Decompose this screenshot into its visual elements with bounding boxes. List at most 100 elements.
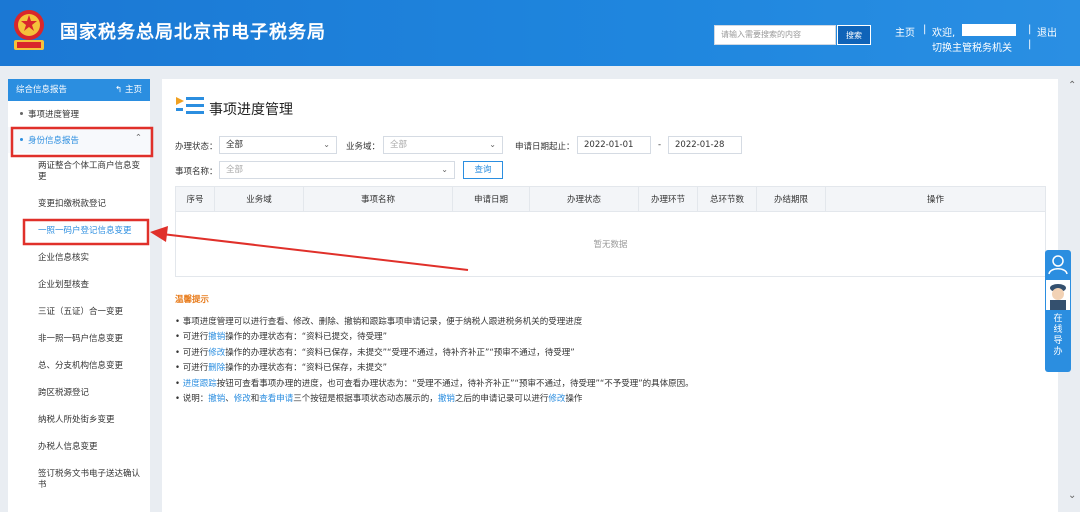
separator: | — [1028, 39, 1032, 50]
domain-select[interactable]: 全部 ⌄ — [383, 136, 503, 154]
user-icon — [1048, 255, 1068, 275]
sidebar-sub-item[interactable]: 签订税务文书电子送达确认书 — [8, 461, 150, 499]
status-label: 办理状态： — [175, 142, 218, 152]
sidebar-sub-item[interactable]: 变更扣缴税款登记 — [8, 191, 150, 218]
column-header: 办理状态 — [529, 186, 639, 212]
tip-text: • — [175, 378, 183, 389]
sidebar-header: 综合信息报告 ↰ 主页 — [8, 79, 150, 101]
separator: | — [1028, 24, 1032, 35]
sidebar-sub-label: 企业信息核实 — [38, 253, 90, 263]
tip-text: 按钮可查看事项办理的进度，也可查看办理状态为：“受理不通过，待补齐补正”“预审不… — [216, 378, 694, 389]
sidebar-sub-label: 三证（五证）合一变更 — [38, 307, 124, 317]
date-separator: - — [658, 140, 662, 150]
column-header: 申请日期 — [452, 186, 530, 212]
list-icon — [176, 97, 204, 114]
sidebar-sub-label: 纳税人所处街乡变更 — [38, 415, 115, 425]
item-name-label: 事项名称： — [175, 167, 218, 177]
column-header: 办理环节 — [638, 186, 698, 212]
tip-keyword: 查看申请 — [259, 394, 294, 405]
search-button[interactable]: 搜索 — [837, 25, 871, 45]
sidebar: 综合信息报告 ↰ 主页 事项进度管理 身份信息报告 ⌃ 两证整合个体工商户信息变… — [8, 79, 150, 512]
scroll-down-arrow-icon[interactable]: ⌄ — [1068, 490, 1076, 501]
sidebar-sub-label: 跨区税源登记 — [38, 388, 90, 398]
switch-office-link[interactable]: 切换主管税务机关 — [932, 39, 1012, 54]
redacted-username — [962, 24, 1016, 36]
sidebar-item-progress[interactable]: 事项进度管理 — [8, 101, 150, 127]
column-header: 业务域 — [214, 186, 304, 212]
column-header: 事项名称 — [303, 186, 453, 212]
online-guide-label: 在线导办 — [1053, 314, 1063, 357]
sidebar-sub-label: 总、分支机构信息变更 — [38, 361, 124, 371]
tax-emblem-icon — [14, 10, 44, 50]
results-table: 序号 业务域 事项名称 申请日期 办理状态 办理环节 总环节数 办结期限 操作 … — [175, 186, 1046, 277]
tip-text: • 说明： — [175, 394, 209, 405]
separator: | — [923, 24, 927, 35]
item-name-placeholder: 全部 — [226, 165, 244, 175]
tip-keyword: 修改 — [233, 394, 251, 405]
sidebar-item-label: 事项进度管理 — [28, 110, 80, 120]
sidebar-sub-item[interactable]: 总、分支机构信息变更 — [8, 353, 150, 380]
tax-officer-avatar-icon — [1046, 280, 1070, 310]
search-input[interactable]: 请输入需要搜索的内容 — [714, 25, 836, 45]
sidebar-sub-item[interactable]: 两证整合个体工商户信息变更 — [8, 153, 150, 191]
sidebar-sub-item[interactable]: 非一照一码户信息变更 — [8, 326, 150, 353]
chevron-down-icon: ⌄ — [489, 140, 496, 149]
date-from-input[interactable]: 2022-01-01 — [577, 136, 651, 154]
tip-keyword: 撤销 — [208, 394, 226, 405]
scroll-up-arrow-icon[interactable]: ⌃ — [1068, 80, 1076, 91]
column-header: 总环节数 — [697, 186, 757, 212]
sidebar-sub-item[interactable]: 跨区税源登记 — [8, 380, 150, 407]
sidebar-sub-label: 变更扣缴税款登记 — [38, 199, 107, 209]
tip-keyword: 撤销 — [437, 394, 455, 405]
sidebar-home-link[interactable]: ↰ 主页 — [115, 79, 142, 101]
tips-title: 温馨提示 — [175, 295, 210, 305]
tip-text: 、 — [225, 394, 234, 405]
tip-text: 三个按钮是根据事项状态动态展示的， — [293, 394, 438, 405]
tip-text: • 可进行 — [175, 332, 209, 343]
chevron-up-icon: ⌃ — [134, 133, 142, 143]
bullet-icon — [20, 112, 23, 115]
sidebar-sub-label: 一照一码户登记信息变更 — [38, 226, 132, 236]
date-from-value: 2022-01-01 — [584, 140, 634, 150]
sidebar-sub-item[interactable]: 企业划型核查 — [8, 272, 150, 299]
bullet-icon — [20, 138, 23, 141]
tip-keyword: 修改 — [548, 394, 566, 405]
site-title: 国家税务总局北京市电子税务局 — [60, 22, 326, 43]
empty-state-text: 暂无数据 — [175, 211, 1046, 277]
item-name-select[interactable]: 全部 ⌄ — [219, 161, 455, 179]
status-select[interactable]: 全部 ⌄ — [219, 136, 337, 154]
sidebar-sub-item-active[interactable]: 一照一码户登记信息变更 — [8, 218, 150, 245]
tip-line: • 说明：撤销、修改和查看申请三个按钮是根据事项状态动态展示的，撤销之后的申请记… — [175, 392, 694, 407]
tip-keyword: 撤销 — [208, 332, 226, 343]
tip-text: 操作的办理状态有：“资料已保存，未提交”“受理不通过，待补齐补正”“预审不通过，… — [225, 347, 575, 358]
sidebar-section-title: 综合信息报告 — [16, 85, 68, 95]
table-empty-row: 暂无数据 — [175, 211, 1046, 277]
top-header: 国家税务总局北京市电子税务局 请输入需要搜索的内容 搜索 主页 | 欢迎, | … — [0, 0, 1080, 66]
tip-keyword: 修改 — [208, 347, 226, 358]
query-button[interactable]: 查询 — [463, 161, 503, 179]
welcome-text: 欢迎, — [932, 28, 956, 39]
date-to-input[interactable]: 2022-01-28 — [668, 136, 742, 154]
sidebar-sub-label: 非一照一码户信息变更 — [38, 334, 124, 344]
tip-text: 操作 — [565, 394, 583, 405]
sidebar-sub-item[interactable]: 纳税人所处街乡变更 — [8, 407, 150, 434]
page-title: 事项进度管理 — [209, 102, 293, 118]
tip-line: • 可进行修改操作的办理状态有：“资料已保存，未提交”“受理不通过，待补齐补正”… — [175, 346, 694, 361]
tips-list: • 事项进度管理可以进行查看、修改、删除、撤销和跟踪事项申请记录，便于纳税人跟进… — [175, 315, 694, 407]
home-link[interactable]: 主页 — [895, 24, 915, 39]
online-guide-widget[interactable]: 在线导办 — [1045, 250, 1071, 372]
date-range-label: 申请日期起止： — [515, 142, 575, 152]
sidebar-sub-label: 办税人信息变更 — [38, 442, 98, 452]
logout-link[interactable]: 退出 — [1037, 24, 1057, 39]
sidebar-item-identity[interactable]: 身份信息报告 ⌃ — [8, 127, 150, 153]
sidebar-sub-item[interactable]: 办税人信息变更 — [8, 434, 150, 461]
sidebar-home-label: 主页 — [124, 85, 142, 95]
domain-select-placeholder: 全部 — [390, 140, 408, 150]
tip-line: • 事项进度管理可以进行查看、修改、删除、撤销和跟踪事项申请记录，便于纳税人跟进… — [175, 315, 694, 330]
tip-text: 操作的办理状态有：“资料已提交，待受理” — [225, 332, 388, 343]
tip-text: 操作的办理状态有：“资料已保存，未提交” — [225, 363, 388, 374]
tip-line: • 可进行删除操作的办理状态有：“资料已保存，未提交” — [175, 361, 694, 376]
tip-keyword: 删除 — [208, 363, 226, 374]
sidebar-sub-item[interactable]: 企业信息核实 — [8, 245, 150, 272]
sidebar-sub-item[interactable]: 三证（五证）合一变更 — [8, 299, 150, 326]
